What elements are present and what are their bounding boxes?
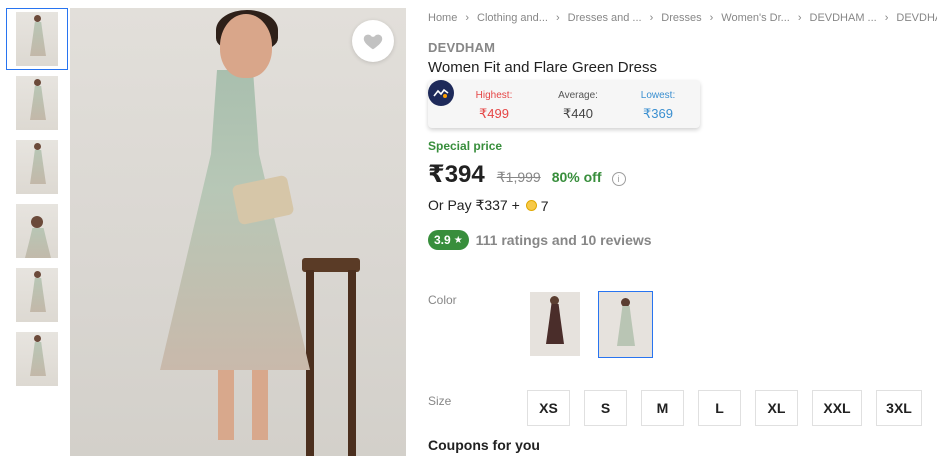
model-leg: [218, 360, 234, 440]
supercoin-icon: [525, 200, 537, 211]
highest-value: ₹499: [479, 106, 509, 121]
size-xs-button[interactable]: XS: [527, 390, 570, 426]
model-leg: [252, 360, 268, 440]
coin-count: 7: [540, 197, 549, 214]
thumbnail-6[interactable]: [6, 328, 68, 390]
thumbnail-list: [6, 8, 68, 392]
thumbnail-2[interactable]: [6, 72, 68, 134]
rating-badge[interactable]: 3.9 ★: [428, 230, 469, 250]
star-icon: ★: [453, 234, 463, 246]
breadcrumb-dresses[interactable]: Dresses: [661, 12, 701, 24]
coupons-heading: Coupons for you: [428, 437, 540, 453]
highest-label: Highest:: [475, 90, 513, 101]
heart-icon[interactable]: [352, 20, 394, 62]
selling-price: ₹394: [428, 161, 485, 188]
discount-percent: 80% off: [551, 169, 602, 185]
average-price: Average: ₹440: [548, 90, 608, 122]
size-label: Size: [428, 394, 452, 408]
size-m-button[interactable]: M: [641, 390, 684, 426]
color-swatch-green-print[interactable]: [598, 291, 653, 358]
size-xxl-button[interactable]: XXL: [812, 390, 862, 426]
breadcrumb-clothing[interactable]: Clothing and...: [477, 12, 548, 24]
chevron-right-icon: ›: [797, 12, 802, 24]
model-dress: [160, 70, 310, 370]
thumbnail-image: [16, 76, 58, 130]
or-pay-row: Or Pay ₹337 + 7: [428, 197, 549, 214]
breadcrumb-womens-dresses[interactable]: Women's Dr...: [721, 12, 790, 24]
average-label: Average:: [558, 90, 598, 101]
thumbnail-image: [16, 204, 58, 258]
thumbnail-image: [16, 140, 58, 194]
size-options: XS S M L XL XXL 3XL: [527, 390, 922, 426]
size-xl-button[interactable]: XL: [755, 390, 798, 426]
chevron-right-icon: ›: [884, 12, 889, 24]
stool-leg: [348, 270, 356, 456]
thumbnail-4[interactable]: [6, 200, 68, 262]
main-product-image[interactable]: [70, 8, 406, 456]
lowest-price: Lowest: ₹369: [630, 90, 686, 122]
chevron-right-icon: ›: [649, 12, 654, 24]
price-trend-icon: [428, 80, 454, 106]
chevron-right-icon: ›: [709, 12, 714, 24]
info-icon[interactable]: i: [611, 172, 626, 186]
lowest-value: ₹369: [643, 106, 673, 121]
thumbnail-1[interactable]: [6, 8, 68, 70]
size-3xl-button[interactable]: 3XL: [876, 390, 922, 426]
original-price: ₹1,999: [496, 169, 541, 185]
lowest-label: Lowest:: [640, 90, 676, 101]
highest-price: Highest: ₹499: [468, 90, 520, 122]
thumbnail-image: [16, 12, 58, 66]
chevron-right-icon: ›: [465, 12, 470, 24]
breadcrumb-product[interactable]: DEVDHAM ...: [896, 12, 937, 24]
thumbnail-image: [16, 268, 58, 322]
price-row: ₹394 ₹1,999 80% off i: [428, 160, 626, 189]
thumbnail-image: [16, 332, 58, 386]
model-face: [220, 14, 272, 78]
rating-score: 3.9: [434, 233, 451, 247]
color-swatch-dark-brown[interactable]: [530, 292, 580, 356]
breadcrumb-home[interactable]: Home: [428, 12, 457, 24]
price-tracker[interactable]: Highest: ₹499 Average: ₹440 Lowest: ₹369: [428, 80, 700, 128]
chevron-right-icon: ›: [555, 12, 560, 24]
special-price-label: Special price: [428, 139, 503, 153]
breadcrumb-brand[interactable]: DEVDHAM ...: [810, 12, 877, 24]
average-value: ₹440: [563, 106, 593, 121]
or-pay-text: Or Pay ₹337 +: [428, 197, 520, 213]
breadcrumb-dresses-and[interactable]: Dresses and ...: [568, 12, 642, 24]
rating-row: 3.9 ★ 111 ratings and 10 reviews: [428, 230, 652, 250]
size-s-button[interactable]: S: [584, 390, 627, 426]
breadcrumb: Home › Clothing and... › Dresses and ... › …: [428, 12, 937, 24]
product-title: Women Fit and Flare Green Dress: [428, 59, 657, 76]
thumbnail-3[interactable]: [6, 136, 68, 198]
size-l-button[interactable]: L: [698, 390, 741, 426]
brand-name[interactable]: DEVDHAM: [428, 40, 495, 55]
color-label: Color: [428, 293, 457, 307]
ratings-summary[interactable]: 111 ratings and 10 reviews: [476, 232, 652, 248]
thumbnail-5[interactable]: [6, 264, 68, 326]
